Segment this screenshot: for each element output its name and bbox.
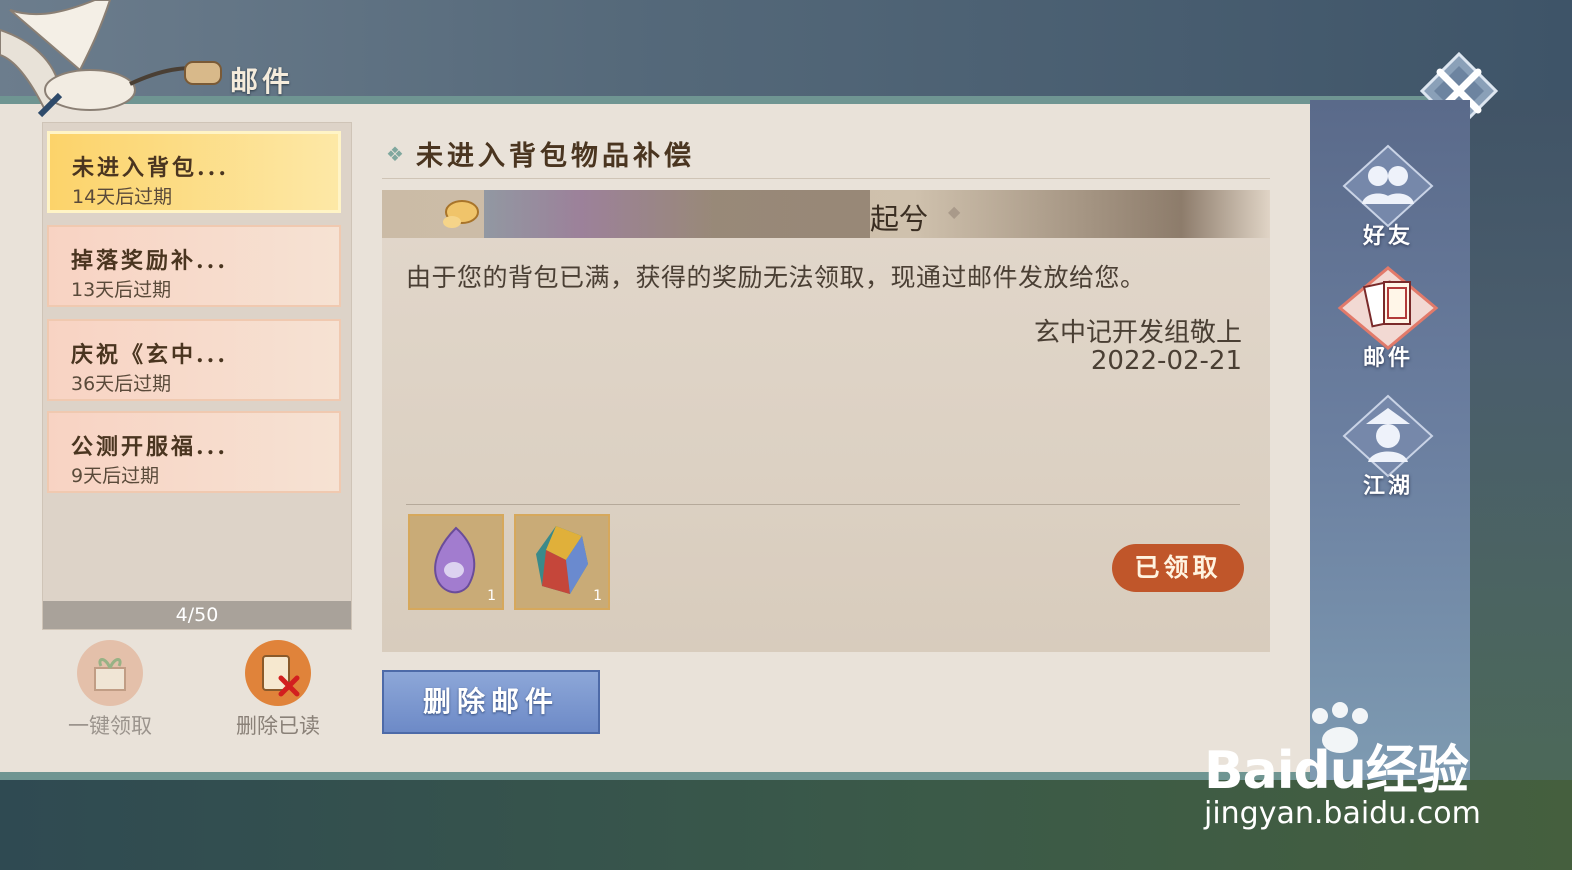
watermark-brand: Baidu经验 [1204,741,1469,801]
mail-icon [1337,266,1439,350]
crane-decoration-icon [0,0,222,118]
baidu-watermark: Baidu经验 jingyan.baidu.com [1200,700,1520,840]
mail-detail-header: ❖ 未进入背包物品补偿 [382,130,1270,179]
nav-label: 好友 [1362,223,1413,249]
nav-item-friends[interactable]: 好友 [1332,140,1444,260]
mail-body-text: 由于您的背包已满，获得的奖励无法领取，现通过邮件发放给您。 [406,263,1146,292]
mail-item-title: 庆祝《玄中... [71,342,228,368]
mail-item-expiry: 9天后过期 [71,465,160,487]
mail-detail-body: 起兮 ◆ 由于您的背包已满，获得的奖励无法领取，现通过邮件发放给您。 玄中记开发… [382,190,1270,652]
claimed-stamp: 已领取 [1112,544,1244,592]
mail-signature: 玄中记开发组敬上 [1033,318,1242,348]
sender-blurred-region [484,190,870,238]
claim-all-button[interactable]: 一键领取 [40,640,180,740]
jianghu-icon [1342,394,1434,478]
mail-list-item[interactable]: 掉落奖励补... 13天后过期 [47,225,341,307]
conch-icon [443,200,479,228]
delete-read-label: 删除已读 [236,714,320,738]
attachment-qty: 1 [593,588,602,604]
mail-list-item[interactable]: 公测开服福... 9天后过期 [47,411,341,493]
diamond-icon: ◆ [948,202,961,221]
attachment-slot[interactable]: 1 [514,514,610,610]
nav-label: 江湖 [1362,473,1413,499]
attachment-qty: 1 [487,588,496,604]
nav-item-jianghu[interactable]: 江湖 [1332,390,1444,510]
mail-date: 2022-02-21 [1090,346,1242,376]
delete-read-button[interactable]: 删除已读 [208,640,348,740]
mail-list-item[interactable]: 庆祝《玄中... 36天后过期 [47,319,341,401]
sender-bar: 起兮 ◆ [382,190,1270,238]
nav-label: 邮件 [1362,345,1413,371]
delete-mail-button[interactable]: 删除邮件 [382,670,600,734]
mail-item-title: 未进入背包... [72,155,229,181]
watermark-url: jingyan.baidu.com [1204,796,1481,831]
mail-item-expiry: 14天后过期 [72,186,173,208]
sender-name: 起兮 [870,202,929,236]
diamond-bullet-icon: ❖ [386,142,404,166]
mail-item-title: 公测开服福... [71,434,228,460]
mail-item-title: 掉落奖励补... [71,248,228,274]
nav-item-mail[interactable]: 邮件 [1332,262,1444,382]
mail-item-expiry: 36天后过期 [71,373,172,395]
scroll-delete-icon [245,640,311,706]
window-title: 邮件 [230,65,295,98]
mail-counter: 4/50 [43,601,351,629]
side-nav: 好友 邮件 江湖 [1310,100,1470,780]
gift-box-icon [77,640,143,706]
mail-detail-title: 未进入背包物品补偿 [416,141,695,172]
claim-all-label: 一键领取 [68,714,152,738]
mail-item-expiry: 13天后过期 [71,279,172,301]
attachment-slot[interactable]: 1 [408,514,504,610]
attachment-divider [406,504,1240,505]
friends-icon [1342,144,1434,228]
mail-list: 未进入背包... 14天后过期 掉落奖励补... 13天后过期 庆祝《玄中...… [42,122,352,630]
mail-list-item[interactable]: 未进入背包... 14天后过期 [47,131,341,213]
